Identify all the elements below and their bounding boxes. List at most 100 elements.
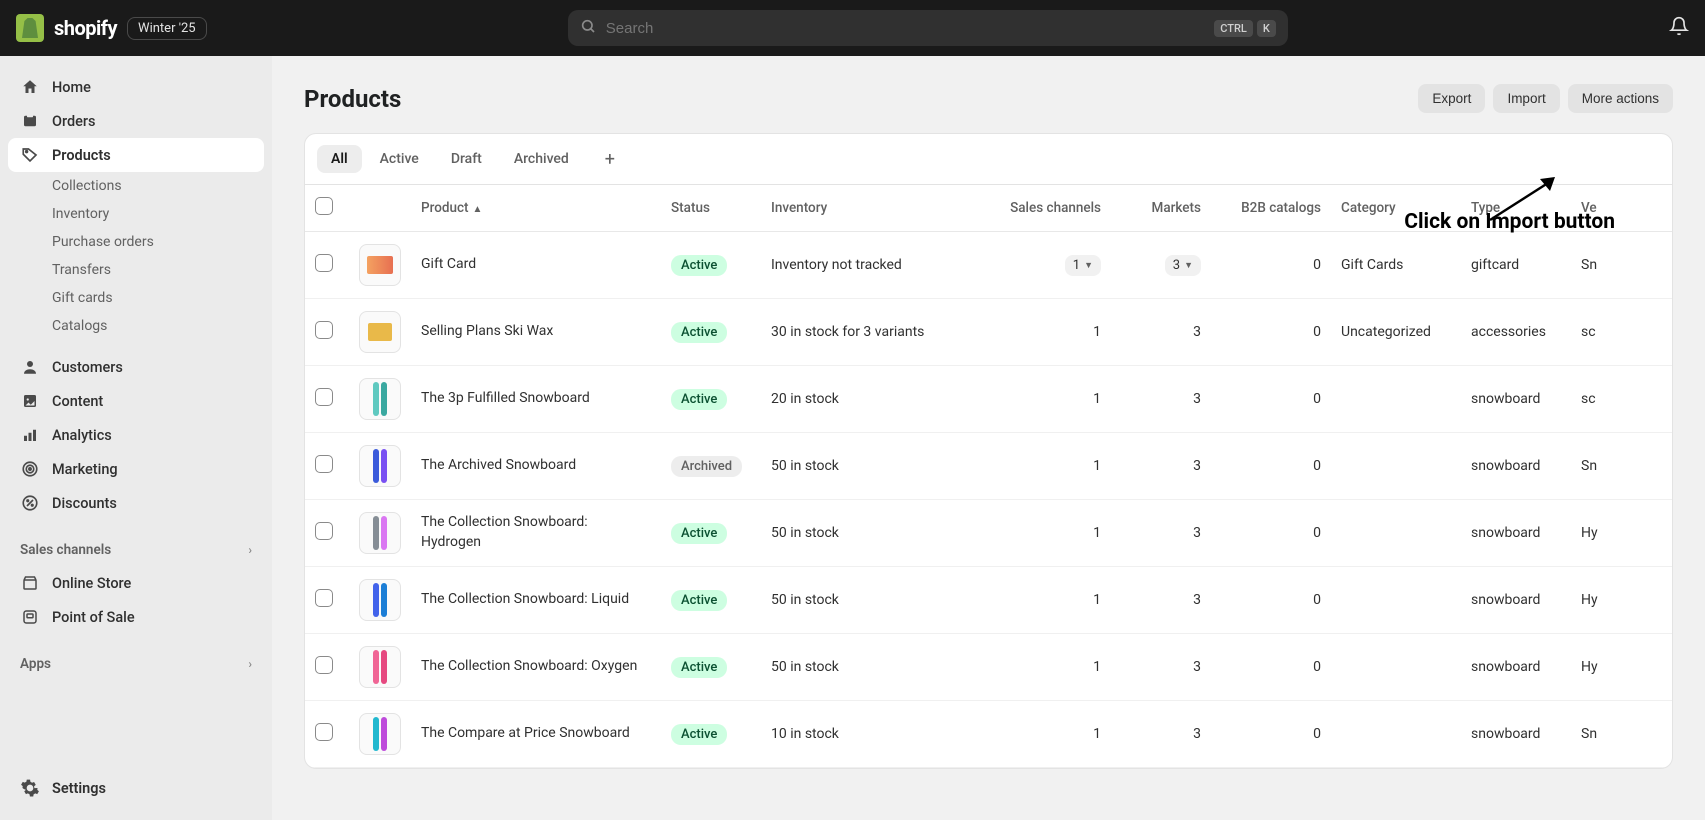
markets-value: 3 — [1111, 366, 1211, 433]
row-checkbox[interactable] — [315, 656, 333, 674]
search-shortcut: CTRL K — [1214, 20, 1276, 37]
sidebar-sub-catalogs[interactable]: Catalogs — [8, 312, 264, 340]
row-checkbox[interactable] — [315, 522, 333, 540]
sidebar-item-settings[interactable]: Settings — [8, 770, 264, 806]
table-row[interactable]: Selling Plans Ski Wax Active 30 in stock… — [305, 299, 1672, 366]
vendor-value: Sn — [1571, 232, 1672, 299]
tab-draft[interactable]: Draft — [437, 145, 496, 173]
sales-channels-value: 1 — [991, 634, 1111, 701]
tab-active[interactable]: Active — [366, 145, 433, 173]
sidebar-item-online-store[interactable]: Online Store — [8, 566, 264, 600]
sidebar-sub-purchase-orders[interactable]: Purchase orders — [8, 228, 264, 256]
table-row[interactable]: Gift Card Active Inventory not tracked 1… — [305, 232, 1672, 299]
b2b-value: 0 — [1211, 433, 1331, 500]
import-button[interactable]: Import — [1493, 84, 1559, 113]
sidebar-item-pos[interactable]: Point of Sale — [8, 600, 264, 634]
apps-header[interactable]: Apps › — [8, 648, 264, 680]
category-value: Uncategorized — [1331, 299, 1461, 366]
edition-badge[interactable]: Winter '25 — [127, 17, 207, 40]
row-checkbox[interactable] — [315, 321, 333, 339]
add-tab-button[interactable]: + — [595, 144, 625, 174]
product-name[interactable]: The Collection Snowboard: Liquid — [411, 567, 661, 634]
gear-icon — [20, 778, 40, 798]
col-status[interactable]: Status — [661, 185, 761, 232]
table-row[interactable]: The Collection Snowboard: Oxygen Active … — [305, 634, 1672, 701]
markets-value: 3 — [1111, 299, 1211, 366]
sales-channels-header[interactable]: Sales channels › — [8, 534, 264, 566]
col-inventory[interactable]: Inventory — [761, 185, 991, 232]
inventory-text: 10 in stock — [761, 701, 991, 768]
sidebar-item-customers[interactable]: Customers — [8, 350, 264, 384]
store-icon — [20, 573, 40, 593]
sidebar-item-content[interactable]: Content — [8, 384, 264, 418]
type-value: giftcard — [1461, 232, 1571, 299]
marketing-icon — [20, 459, 40, 479]
col-sales-channels[interactable]: Sales channels — [991, 185, 1111, 232]
product-name[interactable]: The Archived Snowboard — [411, 433, 661, 500]
markets-dropdown[interactable]: 3 ▼ — [1165, 255, 1201, 276]
product-name[interactable]: The Compare at Price Snowboard — [411, 701, 661, 768]
sidebar-item-label: Customers — [52, 359, 123, 376]
table-row[interactable]: The Compare at Price Snowboard Active 10… — [305, 701, 1672, 768]
markets-value: 3 — [1111, 701, 1211, 768]
type-value: snowboard — [1461, 500, 1571, 567]
sidebar-sub-collections[interactable]: Collections — [8, 172, 264, 200]
sidebar-item-discounts[interactable]: Discounts — [8, 486, 264, 520]
col-product[interactable]: Product▲ — [411, 185, 661, 232]
product-name[interactable]: The 3p Fulfilled Snowboard — [411, 366, 661, 433]
export-button[interactable]: Export — [1418, 84, 1485, 113]
table-row[interactable]: The 3p Fulfilled Snowboard Active 20 in … — [305, 366, 1672, 433]
select-all-checkbox[interactable] — [315, 197, 333, 215]
product-name[interactable]: Gift Card — [411, 232, 661, 299]
tab-archived[interactable]: Archived — [500, 145, 583, 173]
inventory-text: 50 in stock — [761, 500, 991, 567]
table-row[interactable]: The Collection Snowboard: Hydrogen Activ… — [305, 500, 1672, 567]
sidebar-item-label: Content — [52, 393, 103, 410]
sort-icon: ▲ — [473, 204, 483, 215]
notifications-icon[interactable] — [1669, 16, 1689, 41]
sidebar-sub-transfers[interactable]: Transfers — [8, 256, 264, 284]
sidebar-sub-inventory[interactable]: Inventory — [8, 200, 264, 228]
category-value — [1331, 366, 1461, 433]
inventory-text: 50 in stock — [761, 433, 991, 500]
row-checkbox[interactable] — [315, 723, 333, 741]
table-row[interactable]: The Archived Snowboard Archived 50 in st… — [305, 433, 1672, 500]
more-actions-button[interactable]: More actions — [1568, 84, 1673, 113]
markets-value: 3 — [1111, 567, 1211, 634]
sales-channels-value: 1 — [991, 299, 1111, 366]
tab-all[interactable]: All — [317, 145, 362, 173]
row-checkbox[interactable] — [315, 388, 333, 406]
product-thumbnail — [359, 311, 401, 353]
status-badge: Active — [671, 322, 727, 343]
row-checkbox[interactable] — [315, 455, 333, 473]
sidebar-item-label: Marketing — [52, 461, 118, 478]
sidebar-item-home[interactable]: Home — [8, 70, 264, 104]
product-name[interactable]: Selling Plans Ski Wax — [411, 299, 661, 366]
col-b2b[interactable]: B2B catalogs — [1211, 185, 1331, 232]
product-name[interactable]: The Collection Snowboard: Oxygen — [411, 634, 661, 701]
type-value: snowboard — [1461, 567, 1571, 634]
sidebar-item-label: Products — [52, 147, 111, 164]
sidebar: Home Orders Products Collections Invento… — [0, 56, 272, 820]
logo-group[interactable]: shopify Winter '25 — [16, 14, 207, 42]
search-input[interactable] — [606, 20, 1204, 37]
table-row[interactable]: The Collection Snowboard: Liquid Active … — [305, 567, 1672, 634]
product-name[interactable]: The Collection Snowboard: Hydrogen — [411, 500, 661, 567]
sidebar-item-analytics[interactable]: Analytics — [8, 418, 264, 452]
type-value: snowboard — [1461, 634, 1571, 701]
sidebar-item-orders[interactable]: Orders — [8, 104, 264, 138]
product-thumbnail — [359, 646, 401, 688]
row-checkbox[interactable] — [315, 254, 333, 272]
row-checkbox[interactable] — [315, 589, 333, 607]
annotation-text: Click on Import button — [1404, 210, 1615, 234]
sidebar-item-marketing[interactable]: Marketing — [8, 452, 264, 486]
orders-icon — [20, 111, 40, 131]
sidebar-item-label: Analytics — [52, 427, 112, 444]
col-markets[interactable]: Markets — [1111, 185, 1211, 232]
search-box[interactable]: CTRL K — [568, 10, 1288, 46]
product-thumbnail — [359, 713, 401, 755]
markets-value: 3 ▼ — [1111, 232, 1211, 299]
sidebar-sub-gift-cards[interactable]: Gift cards — [8, 284, 264, 312]
sales-channels-dropdown[interactable]: 1 ▼ — [1065, 255, 1101, 276]
sidebar-item-products[interactable]: Products — [8, 138, 264, 172]
